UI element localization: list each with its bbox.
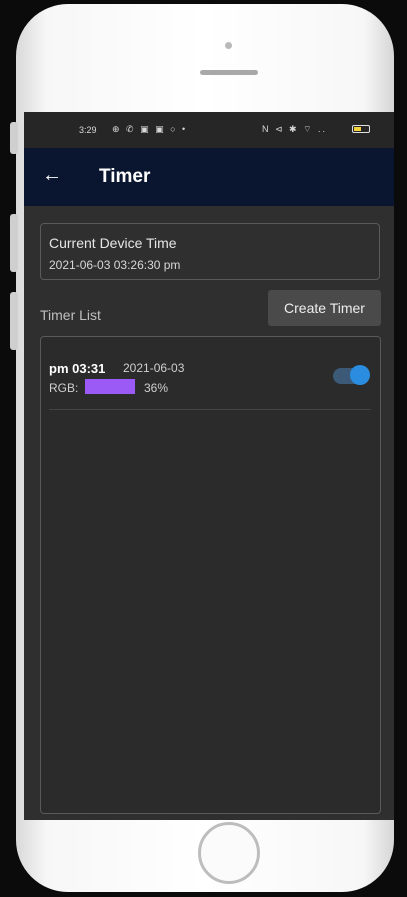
app-screen: 3:29 ⊕ ✆ ▣ ▣ ○ • N ⊲ ✱ ⌔ .. ← Timer Curr… bbox=[24, 112, 394, 820]
battery-icon bbox=[352, 125, 370, 133]
timer-date: 2021-06-03 bbox=[123, 361, 185, 375]
status-time: 3:29 bbox=[79, 125, 97, 135]
earpiece-speaker bbox=[200, 70, 258, 75]
system-icons: N ⊲ ✱ ⌔ .. bbox=[262, 124, 328, 134]
timer-color-swatch bbox=[85, 379, 135, 394]
page-title: Timer bbox=[99, 166, 151, 187]
timer-rgb-label: RGB: bbox=[49, 381, 79, 395]
volume-down-button bbox=[10, 292, 18, 350]
timer-list-heading: Timer List bbox=[40, 307, 101, 323]
timer-enable-toggle[interactable] bbox=[333, 364, 371, 386]
timer-list-item[interactable]: pm 03:31 2021-06-03 RGB: 36% bbox=[41, 337, 380, 409]
app-bar: ← Timer bbox=[24, 148, 394, 206]
volume-up-button bbox=[10, 214, 18, 272]
device-time-card: Current Device Time 2021-06-03 03:26:30 … bbox=[40, 223, 380, 280]
device-time-label: Current Device Time bbox=[49, 235, 177, 251]
status-bar: 3:29 ⊕ ✆ ▣ ▣ ○ • N ⊲ ✱ ⌔ .. bbox=[24, 112, 394, 148]
side-switch bbox=[10, 122, 18, 154]
device-time-value: 2021-06-03 03:26:30 pm bbox=[49, 258, 181, 272]
list-divider bbox=[49, 409, 371, 410]
create-timer-button[interactable]: Create Timer bbox=[268, 290, 381, 326]
toggle-knob bbox=[350, 365, 370, 385]
notification-icons: ⊕ ✆ ▣ ▣ ○ • bbox=[112, 124, 188, 134]
back-arrow-icon[interactable]: ← bbox=[42, 164, 62, 186]
timer-brightness-percent: 36% bbox=[144, 381, 169, 395]
front-camera bbox=[225, 42, 232, 49]
timer-list-panel[interactable]: pm 03:31 2021-06-03 RGB: 36% bbox=[40, 336, 381, 814]
timer-time: pm 03:31 bbox=[49, 361, 106, 376]
home-button[interactable] bbox=[198, 822, 260, 884]
